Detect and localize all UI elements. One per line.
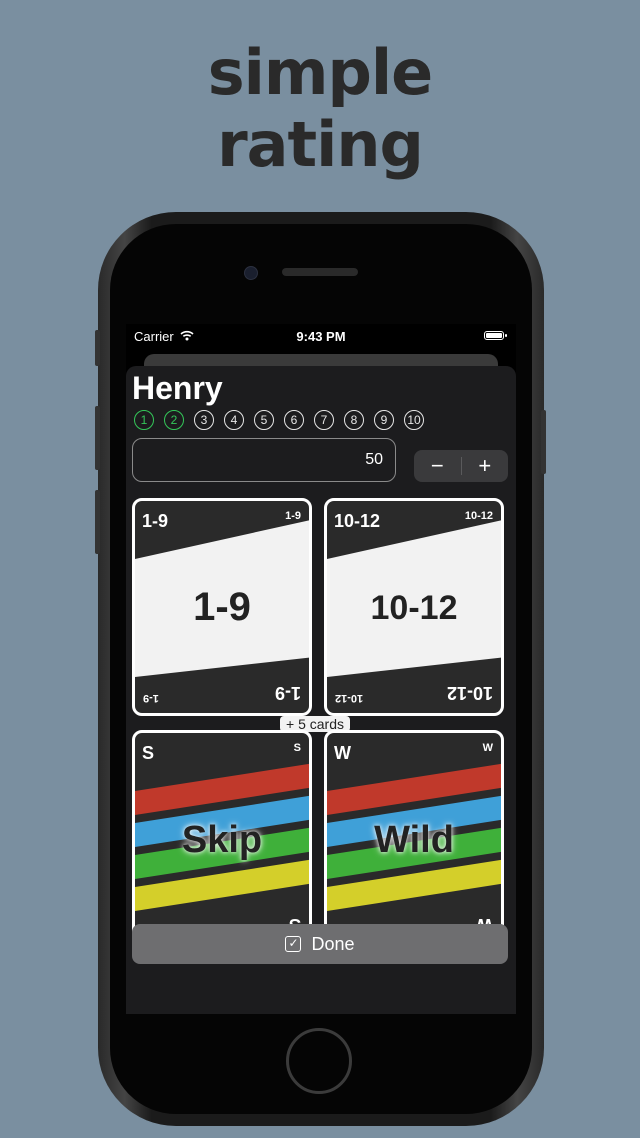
headline-line-2: rating	[217, 108, 424, 181]
rating-option-1[interactable]: 1	[134, 410, 154, 430]
phone-screen: Carrier 9:43 PM Henry 1 2 3 4 5 6 7 8 9 …	[126, 324, 516, 1014]
phone-side-button	[95, 406, 100, 470]
battery-icon	[484, 331, 507, 340]
rating-option-6[interactable]: 6	[284, 410, 304, 430]
rating-option-3[interactable]: 3	[194, 410, 214, 430]
checkbox-icon: ✓	[285, 936, 302, 952]
phone-side-button	[95, 330, 100, 366]
status-time: 9:43 PM	[296, 329, 346, 344]
status-bar: Carrier 9:43 PM	[126, 324, 516, 348]
card-center-label: Wild	[374, 819, 454, 861]
card-center-label: Skip	[181, 819, 263, 861]
card-corner-bottom-right: 1-9	[274, 683, 301, 703]
rating-option-5[interactable]: 5	[254, 410, 274, 430]
decrement-button[interactable]: −	[414, 450, 461, 482]
done-label: Done	[311, 933, 355, 954]
card-wild[interactable]: W W Wild W W	[324, 730, 504, 948]
rating-option-7[interactable]: 7	[314, 410, 334, 430]
card-corner-bottom-left: 10-12	[335, 692, 364, 704]
rating-selector: 1 2 3 4 5 6 7 8 9 10	[134, 410, 424, 430]
card-corner-bottom-left: 1-9	[143, 692, 159, 704]
card-corner-top-right: 10-12	[464, 510, 493, 522]
rating-option-2[interactable]: 2	[164, 410, 184, 430]
phone-side-button	[95, 490, 100, 554]
card-corner-bottom-right: 10-12	[446, 683, 493, 703]
rating-option-4[interactable]: 4	[224, 410, 244, 430]
card-corner-top-left: 10-12	[334, 511, 381, 531]
headline-line-1: simple	[207, 36, 433, 109]
increment-button[interactable]: +	[462, 450, 509, 482]
card-skip[interactable]: S S Skip S S	[132, 730, 312, 948]
card-center-label: 1-9	[193, 585, 251, 629]
card-corner-top-left: W	[334, 743, 351, 763]
rating-option-8[interactable]: 8	[344, 410, 364, 430]
earpiece-speaker	[282, 268, 358, 276]
card-corner-top-left: 1-9	[142, 511, 169, 531]
player-name: Henry	[132, 370, 223, 406]
card-center-label: 10-12	[370, 589, 458, 627]
phone-side-button	[541, 410, 546, 474]
done-button[interactable]: ✓ Done	[132, 924, 508, 964]
front-camera	[244, 266, 258, 280]
card-corner-top-right: W	[482, 742, 493, 754]
rating-option-9[interactable]: 9	[374, 410, 394, 430]
home-button[interactable]	[286, 1028, 352, 1094]
card-corner-top-right: 1-9	[285, 510, 301, 522]
score-stepper: − +	[414, 450, 508, 482]
score-field[interactable]: 50	[132, 438, 396, 482]
rating-option-10[interactable]: 10	[404, 410, 424, 430]
card-corner-top-right: S	[293, 742, 301, 754]
card-corner-top-left: S	[142, 743, 155, 763]
card-10-12[interactable]: 10-12 10-12 10-12 10-12 10-12	[324, 498, 504, 716]
card-1-9[interactable]: 1-9 1-9 1-9 1-9 1-9	[132, 498, 312, 716]
